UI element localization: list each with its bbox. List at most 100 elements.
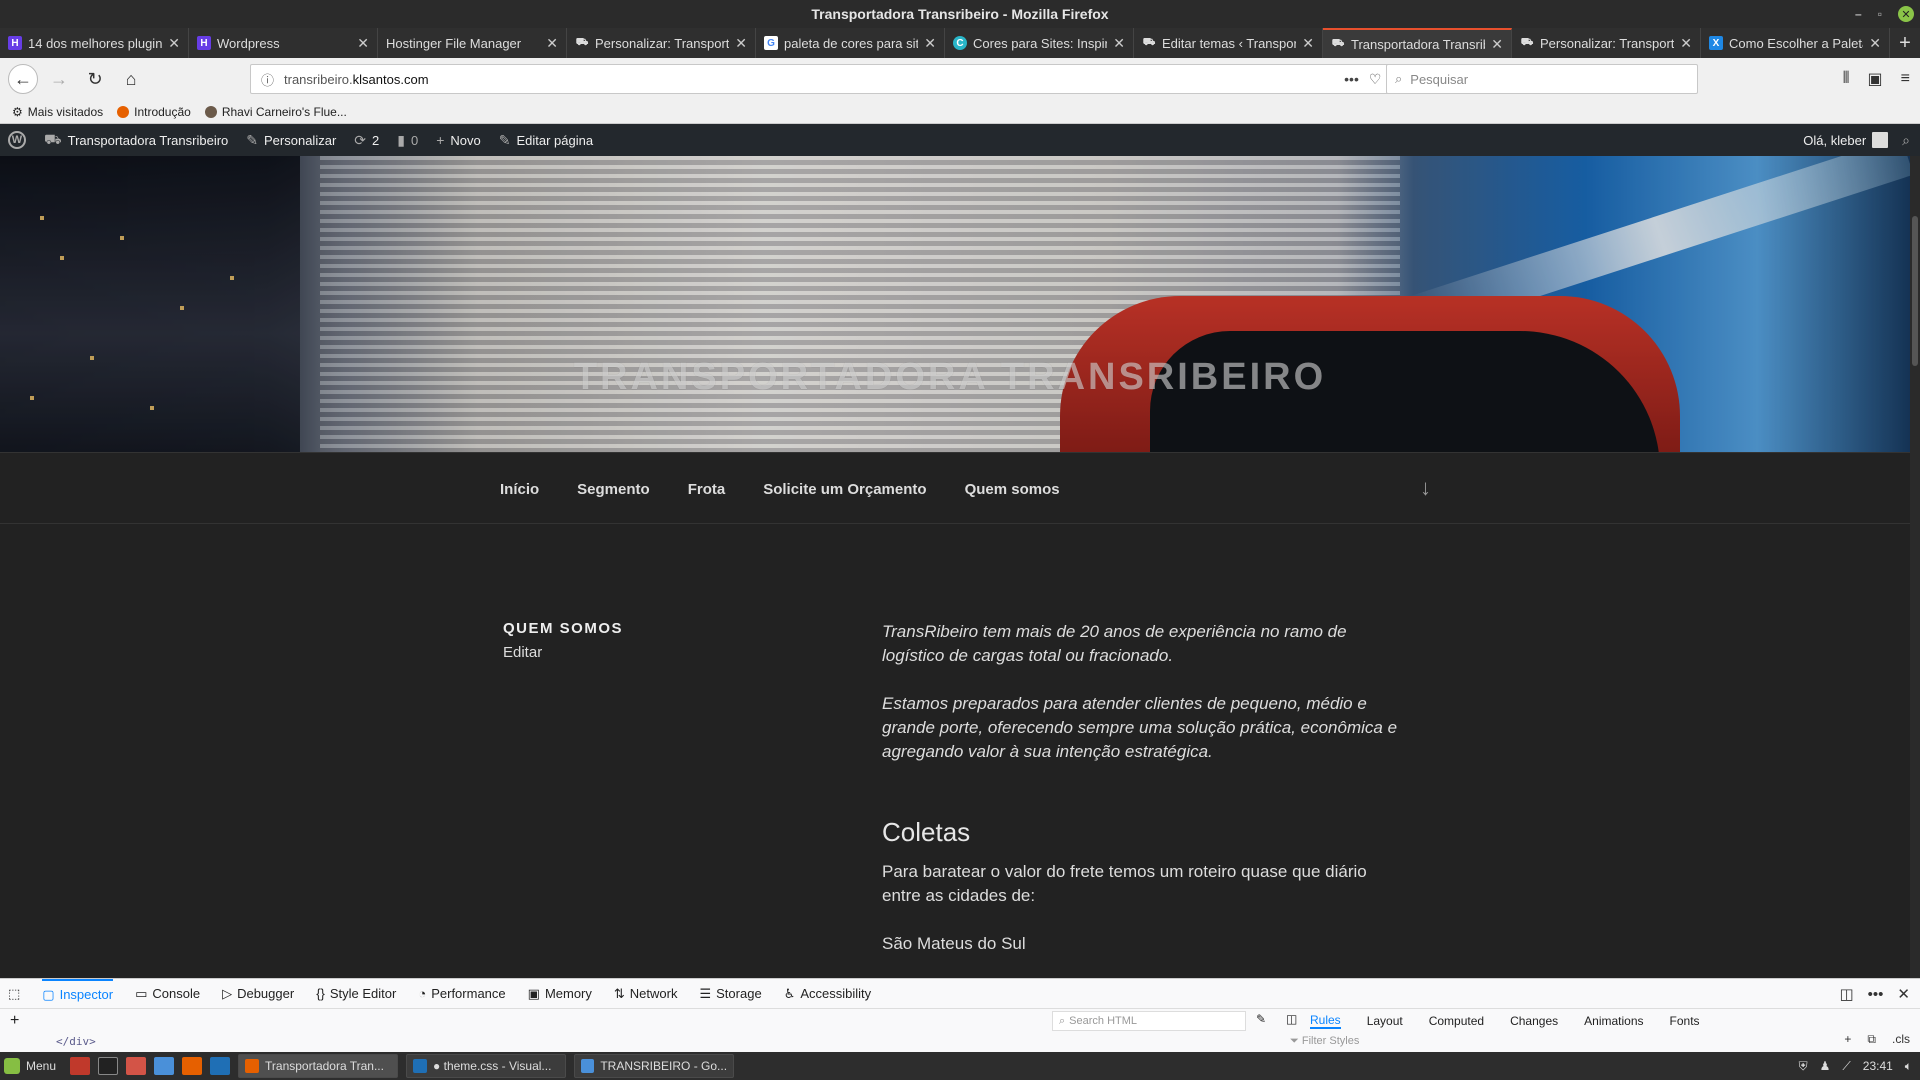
close-tab-icon[interactable]: ✕: [1680, 35, 1692, 52]
site-title[interactable]: TRANSPORTADORA TRANSRIBEIRO: [500, 356, 1400, 399]
wp-edit-page[interactable]: ✎ Editar página: [499, 132, 593, 149]
menu-orcamento[interactable]: Solicite um Orçamento: [763, 481, 926, 498]
tab-network[interactable]: ⇅ Network: [614, 979, 678, 1009]
tab-storage[interactable]: ☰ Storage: [699, 979, 761, 1009]
wp-comments[interactable]: ▮ 0: [397, 132, 418, 149]
close-tab-icon[interactable]: ✕: [1302, 35, 1314, 52]
url-text[interactable]: transribeiro.klsantos.com: [284, 72, 1334, 87]
side-tab-layout[interactable]: Layout: [1367, 1014, 1403, 1028]
close-tab-icon[interactable]: ✕: [357, 35, 369, 52]
app-launcher-icon[interactable]: [70, 1057, 91, 1075]
close-tab-icon[interactable]: ✕: [1491, 36, 1503, 53]
wp-updates[interactable]: ⟳ 2: [354, 132, 379, 149]
vscode-icon[interactable]: [210, 1057, 231, 1075]
chrome-icon[interactable]: [154, 1057, 175, 1075]
tab-performance[interactable]: ◔ Performance: [418, 979, 505, 1009]
bookmark-mais-visitados[interactable]: ⚙ Mais visitados: [12, 105, 103, 119]
wp-customize[interactable]: ✎ Personalizar: [246, 132, 336, 149]
minimize-icon[interactable]: –: [1855, 7, 1862, 21]
side-tab-computed[interactable]: Computed: [1429, 1014, 1484, 1028]
sidebar-icon[interactable]: ▣: [1868, 69, 1883, 89]
scrollbar-thumb[interactable]: [1912, 216, 1918, 366]
add-rule-icon[interactable]: +: [1844, 1032, 1851, 1047]
tab-10[interactable]: X Como Escolher a Paleta ✕: [1701, 28, 1890, 58]
side-tab-animations[interactable]: Animations: [1584, 1014, 1643, 1028]
tab-style-editor[interactable]: {} Style Editor: [316, 979, 396, 1009]
close-window-icon[interactable]: ✕: [1898, 6, 1914, 22]
shield-icon[interactable]: ⛨: [1799, 1059, 1808, 1074]
wordpress-logo-icon[interactable]: W: [8, 131, 26, 149]
wp-site-name[interactable]: ⛟ Transportadora Transribeiro: [44, 131, 228, 150]
new-tab-button[interactable]: +: [1890, 28, 1920, 58]
task-chrome[interactable]: TRANSRIBEIRO - Go...: [574, 1054, 735, 1078]
info-icon[interactable]: ⓘ: [261, 70, 274, 89]
terminal-icon[interactable]: [98, 1057, 119, 1075]
cls-toggle[interactable]: .cls: [1892, 1032, 1910, 1047]
tab-7[interactable]: ⛟ Editar temas ‹ Transportadora ✕: [1134, 28, 1323, 58]
wp-account[interactable]: Olá, kleber: [1803, 132, 1889, 148]
library-icon[interactable]: ⫴: [1843, 70, 1850, 88]
filter-styles-input[interactable]: ⏷ Filter Styles: [1290, 1035, 1359, 1048]
maximize-icon[interactable]: ▫: [1878, 7, 1882, 21]
close-tab-icon[interactable]: ✕: [735, 35, 747, 52]
eyedropper-icon[interactable]: ✎: [1256, 1012, 1266, 1026]
add-node-icon[interactable]: +: [10, 1012, 19, 1030]
edit-link[interactable]: Editar: [503, 644, 542, 661]
files-icon[interactable]: [126, 1057, 147, 1075]
dock-icon[interactable]: ◫: [1839, 985, 1853, 1003]
markup-line[interactable]: </div>: [56, 1035, 96, 1048]
bookmark-rhavi[interactable]: Rhavi Carneiro's Flue...: [204, 105, 347, 119]
volume-icon[interactable]: 🔈︎: [1905, 1059, 1912, 1074]
tab-2[interactable]: H Wordpress ✕: [189, 28, 378, 58]
reload-button[interactable]: ↻: [80, 64, 110, 94]
bookmark-introducao[interactable]: Introdução: [117, 105, 191, 119]
side-tab-changes[interactable]: Changes: [1510, 1014, 1558, 1028]
tab-console[interactable]: ▭ Console: [135, 979, 200, 1009]
tab-5[interactable]: Gpaleta de cores para sites ✕: [756, 28, 945, 58]
search-bar[interactable]: ⌕ Pesquisar: [1386, 64, 1698, 94]
side-tab-fonts[interactable]: Fonts: [1670, 1014, 1700, 1028]
url-bar[interactable]: ⓘ transribeiro.klsantos.com ••• ♡ ☆: [250, 64, 1415, 94]
side-tab-rules[interactable]: Rules: [1310, 1013, 1341, 1029]
page-actions-icon[interactable]: •••: [1344, 71, 1359, 87]
close-tab-icon[interactable]: ✕: [1113, 35, 1125, 52]
network-icon[interactable]: ⟋: [1842, 1059, 1850, 1074]
forward-button[interactable]: →: [44, 64, 74, 94]
search-icon[interactable]: ⌕: [1902, 132, 1910, 149]
back-button[interactable]: ←: [8, 64, 38, 94]
tab-1[interactable]: H 14 dos melhores plugins ✕: [0, 28, 189, 58]
page-scrollbar[interactable]: [1910, 156, 1920, 978]
menu-inicio[interactable]: Início: [500, 481, 539, 498]
tab-4[interactable]: ⛟ Personalizar: Transportadora ✕: [567, 28, 756, 58]
scroll-down-arrow-icon[interactable]: ↓: [1420, 475, 1431, 501]
tab-9[interactable]: ⛟ Personalizar: Transportadora ✕: [1512, 28, 1701, 58]
close-tab-icon[interactable]: ✕: [1869, 35, 1881, 52]
pocket-icon[interactable]: ♡: [1369, 71, 1382, 88]
menu-quem-somos[interactable]: Quem somos: [965, 481, 1060, 498]
tab-debugger[interactable]: ▷ Debugger: [222, 979, 294, 1009]
close-tab-icon[interactable]: ✕: [924, 35, 936, 52]
tab-accessibility[interactable]: ♿ Accessibility: [784, 979, 871, 1009]
home-button[interactable]: ⌂: [116, 64, 146, 94]
print-media-icon[interactable]: ⧉: [1867, 1032, 1876, 1047]
close-devtools-icon[interactable]: ✕: [1897, 985, 1910, 1003]
element-picker-icon[interactable]: ⬚: [8, 979, 20, 1009]
tab-inspector[interactable]: ▢ Inspector: [42, 978, 114, 1009]
tab-8-active[interactable]: ⛟ Transportadora Transribeiro ✕: [1323, 28, 1512, 58]
menu-frota[interactable]: Frota: [688, 481, 726, 498]
task-vscode[interactable]: ● theme.css - Visual...: [406, 1054, 567, 1078]
hamburger-menu-icon[interactable]: ≡: [1901, 70, 1910, 88]
clock[interactable]: 23:41: [1863, 1059, 1893, 1073]
search-html-input[interactable]: ⌕ Search HTML: [1052, 1011, 1246, 1031]
wp-new[interactable]: + Novo: [436, 132, 481, 148]
task-firefox[interactable]: Transportadora Tran...: [238, 1054, 399, 1078]
layout-toggle-icon[interactable]: ◫: [1286, 1012, 1297, 1026]
close-tab-icon[interactable]: ✕: [168, 35, 180, 52]
start-menu-button[interactable]: Menu: [4, 1058, 62, 1074]
tab-memory[interactable]: ▣ Memory: [528, 979, 592, 1009]
firefox-icon[interactable]: [182, 1057, 203, 1075]
more-options-icon[interactable]: •••: [1868, 986, 1884, 1003]
tab-6[interactable]: C Cores para Sites: Inspiração ✕: [945, 28, 1134, 58]
user-icon[interactable]: ♟: [1820, 1059, 1831, 1073]
menu-segmento[interactable]: Segmento: [577, 481, 650, 498]
